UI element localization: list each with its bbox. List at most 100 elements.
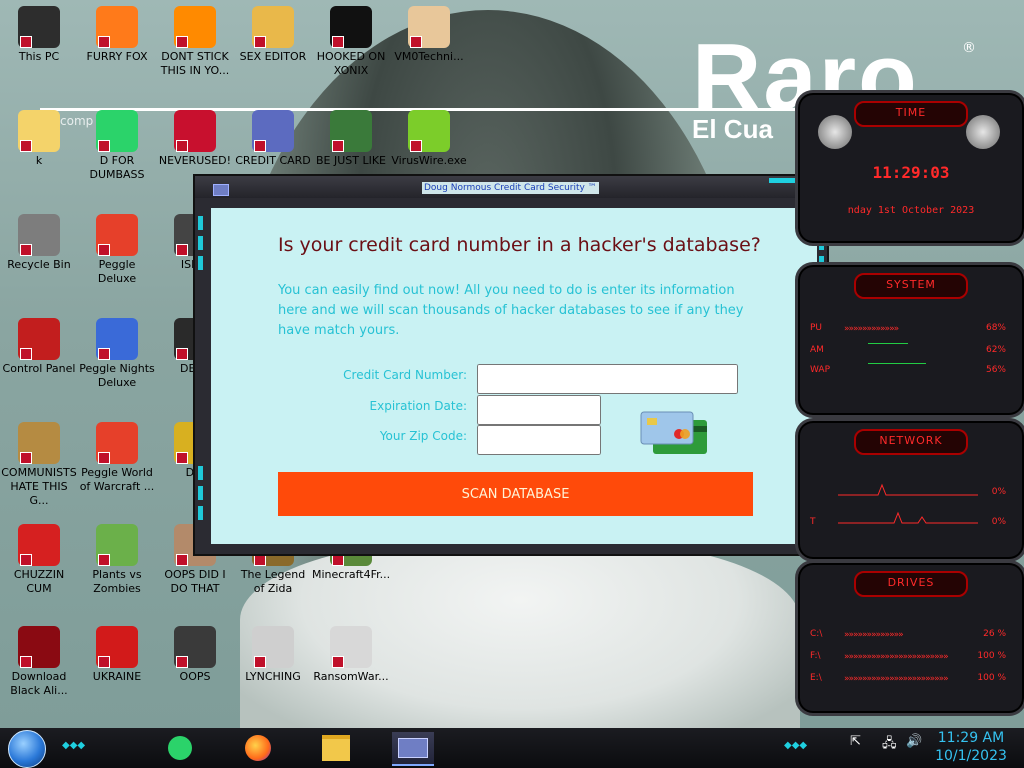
expiration-date-input[interactable]	[477, 395, 601, 425]
drive-row-e: E:\ »»»»»»»»»»»»»»»»»»»»»»» 100 %	[810, 673, 1006, 687]
desktop-icon-label: CREDIT CARD	[235, 154, 311, 167]
desktop-icon[interactable]: This PC	[0, 6, 78, 64]
desktop-icon[interactable]: Peggle Deluxe	[78, 214, 156, 286]
desktop-icon[interactable]: FURRY FOX	[78, 6, 156, 64]
drive-f-bar: »»»»»»»»»»»»»»»»»»»»»»»	[844, 652, 949, 662]
drive-row-c: C:\ »»»»»»»»»»»»» 26 %	[810, 629, 1006, 643]
network-out-label: T	[810, 517, 816, 527]
desktop-icon[interactable]: Peggle Nights Deluxe	[78, 318, 156, 390]
santa-icon	[330, 110, 372, 152]
skull-icon	[330, 626, 372, 668]
shortcut-arrow-icon	[98, 554, 110, 566]
desktop-icon-label: RansomWar...	[313, 670, 389, 683]
drive-c-label: C:\	[810, 629, 823, 639]
volume-icon[interactable]: 🔊	[906, 734, 922, 749]
desktop-icon[interactable]: Control Panel	[0, 318, 78, 376]
desktop-icon[interactable]: D FOR DUMBASS	[78, 110, 156, 182]
desktop-icon-label: VM0Techni...	[394, 50, 464, 63]
desktop-icon[interactable]: LYNCHING	[234, 626, 312, 684]
clock-date: 10/1/2023	[935, 748, 1007, 764]
desktop-icon[interactable]: VirusWire.exe	[390, 110, 468, 168]
shortcut-arrow-icon	[410, 140, 422, 152]
peggle-icon	[96, 214, 138, 256]
shortcut-arrow-icon	[20, 244, 32, 256]
desktop-icon[interactable]: OOPS	[156, 626, 234, 684]
credit-card-security-window[interactable]: Doug Normous Credit Card Security ™ ➤ Is…	[193, 174, 829, 556]
speech-bubble-icon	[168, 736, 192, 760]
system-row-ram: AM 62%	[810, 345, 1006, 359]
taskbar-clock[interactable]: 11:29 AM 10/1/2023	[928, 729, 1014, 765]
noose-icon	[252, 626, 294, 668]
show-hidden-icons-icon[interactable]: ⇱	[850, 734, 861, 749]
drive-row-f: F:\ »»»»»»»»»»»»»»»»»»»»»»» 100 %	[810, 651, 1006, 665]
taskbar-app-chat[interactable]	[162, 732, 198, 764]
shortcut-arrow-icon	[176, 140, 188, 152]
desktop-icon[interactable]: VM0Techni...	[390, 6, 468, 64]
shortcut-arrow-icon	[20, 452, 32, 464]
shortcut-arrow-icon	[98, 140, 110, 152]
desktop-icon[interactable]: Peggle World of Warcraft ...	[78, 422, 156, 494]
folder-icon	[322, 735, 350, 761]
taskbar-app-firefox[interactable]	[240, 732, 276, 764]
desktop-icon-label: Control Panel	[2, 362, 76, 375]
cpu-value: 68%	[985, 323, 1006, 333]
window-titlebar[interactable]: Doug Normous Credit Card Security ™ ➤	[195, 176, 827, 198]
desktop-icon[interactable]: HOOKED ON XONIX	[312, 6, 390, 78]
desktop-icon-label: HOOKED ON XONIX	[316, 50, 386, 77]
desktop-icon-label: UKRAINE	[92, 670, 142, 683]
shortcut-arrow-icon	[176, 36, 188, 48]
desktop-icon[interactable]: COMMUNISTS HATE THIS G...	[0, 422, 78, 508]
desktop-icon[interactable]: Plants vs Zombies	[78, 524, 156, 596]
shortcut-arrow-icon	[332, 140, 344, 152]
desktop-icon-label: Peggle Deluxe	[97, 258, 137, 285]
desktop-icon[interactable]: BE JUST LIKE	[312, 110, 390, 168]
network-icon[interactable]: 🖧	[882, 734, 897, 756]
system-row-cpu: PU »»»»»»»»»»»» 68%	[810, 323, 1006, 337]
taskbar-app-credit-card[interactable]	[392, 732, 434, 766]
xonix-icon	[330, 6, 372, 48]
desktop-icon[interactable]: k	[0, 110, 78, 168]
credit-card-icon	[398, 738, 428, 758]
shortcut-arrow-icon	[254, 140, 266, 152]
desktop-icon[interactable]: Download Black Ali...	[0, 626, 78, 698]
desktop-icon-label: The Legend of Zida	[240, 568, 306, 595]
desktop-icon[interactable]: UKRAINE	[78, 626, 156, 684]
shortcut-arrow-icon	[176, 244, 188, 256]
start-button[interactable]	[8, 730, 46, 768]
shortcut-arrow-icon	[98, 348, 110, 360]
taskbar: ◆◆◆ ◆◆◆	[0, 728, 1024, 768]
drives-gadget: DRIVES C:\ »»»»»»»»»»»»» 26 % F:\ »»»»»»…	[795, 560, 1024, 716]
desktop-icon[interactable]: CREDIT CARD	[234, 110, 312, 168]
network-row-out: T 0%	[810, 517, 1006, 531]
recycle-bin-icon	[18, 214, 60, 256]
desktop-icon[interactable]: CHUZZIN CUM	[0, 524, 78, 596]
taskbar-app-explorer[interactable]	[318, 732, 354, 764]
desktop-icon-label: OOPS	[179, 670, 211, 683]
zip-code-input[interactable]	[477, 425, 601, 455]
drive-e-value: 100 %	[977, 673, 1006, 683]
system-gadget: SYSTEM PU »»»»»»»»»»»» 68% AM 62% WAP 56…	[795, 262, 1024, 418]
desktop-icon[interactable]: SEX EDITOR	[234, 6, 312, 64]
gadget-clock: 11:29:03	[872, 163, 950, 182]
desktop-icon[interactable]: DONT STICK THIS IN YO...	[156, 6, 234, 78]
control-panel-icon	[18, 318, 60, 360]
taskbar-accent-left: ◆◆◆	[62, 740, 86, 751]
system-row-swap: WAP 56%	[810, 365, 1006, 379]
desktop-icon[interactable]: Recycle Bin	[0, 214, 78, 272]
desktop-icon-label: FURRY FOX	[86, 50, 148, 63]
left-frame-pips	[198, 216, 204, 276]
desktop-icon-label: SEX EDITOR	[239, 50, 307, 63]
card-number-label: Credit Card Number:	[343, 368, 467, 382]
scan-database-button[interactable]: SCAN DATABASE	[278, 472, 753, 516]
taskbar-accent-right: ◆◆◆	[784, 740, 808, 751]
shortcut-arrow-icon	[332, 656, 344, 668]
shortcut-arrow-icon	[176, 554, 188, 566]
wallpaper-subtitle: El Cua	[692, 114, 773, 144]
drive-e-label: E:\	[810, 673, 822, 683]
window-title: Doug Normous Credit Card Security ™	[422, 182, 599, 194]
desktop-icon-label: D FOR DUMBASS	[89, 154, 145, 181]
card-number-input[interactable]	[477, 364, 738, 394]
desktop-icon[interactable]: RansomWar...	[312, 626, 390, 684]
pvz-icon	[96, 524, 138, 566]
desktop-icon[interactable]: NEVERUSED!	[156, 110, 234, 168]
